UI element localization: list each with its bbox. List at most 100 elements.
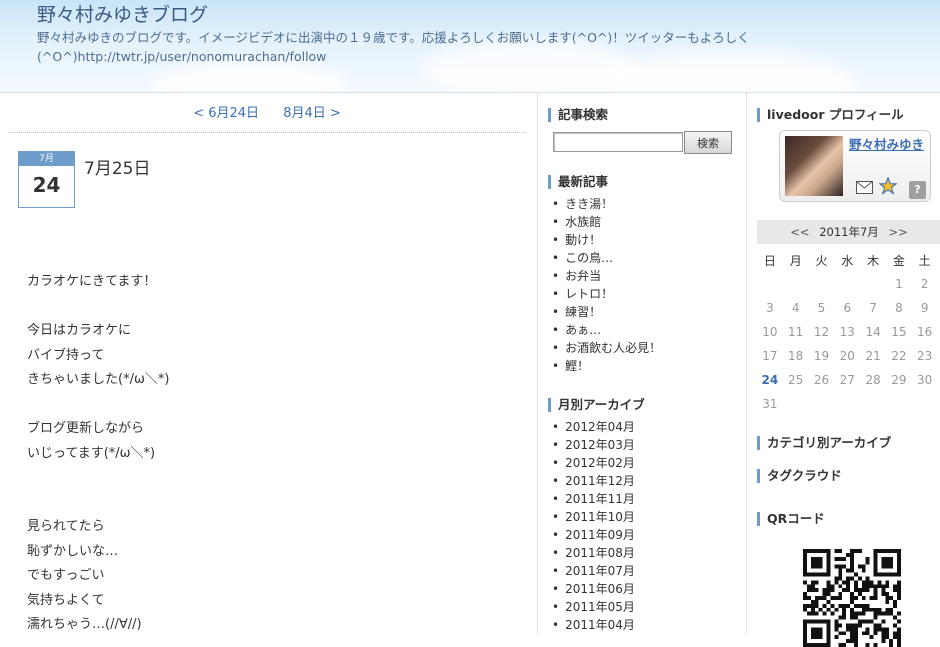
archive-month-link[interactable]: 2012年04月: [552, 418, 635, 436]
entry-body: カラオケにきてます！ 今日はカラオケに バイブ持って きちゃいました(*/ω＼*) ブロ…: [27, 270, 169, 638]
calendar-day: 18: [788, 349, 804, 363]
recent-entry-link[interactable]: 水族館: [552, 213, 661, 231]
entry-text-line: 恥ずかしいな…: [27, 543, 119, 559]
calendar-weekday: 日: [763, 253, 776, 268]
profile-section-title: livedoor プロフィール: [757, 108, 904, 122]
calendar-day: 12: [813, 325, 830, 339]
recent-entries-list: きき湯！水族館動け！この鳥…お弁当レトロ！練習！あぁ…お酒飲む人必見！鰹！: [552, 195, 661, 375]
archive-section-title: 月別アーカイブ: [548, 398, 645, 412]
calendar-weekday: 木: [867, 253, 880, 268]
mail-icon[interactable]: [856, 181, 873, 194]
entry-text-line: 気持ちよくて: [27, 592, 105, 608]
calendar-day: 16: [917, 325, 933, 339]
calendar-day-today[interactable]: 24: [757, 368, 783, 392]
calendar-day: 11: [788, 325, 804, 339]
calendar-weekday: 土: [918, 253, 931, 268]
calendar-prev-month[interactable]: <<: [790, 225, 809, 239]
archive-month-link[interactable]: 2011年11月: [552, 490, 635, 508]
divider: [8, 132, 526, 133]
archive-month-link[interactable]: 2011年04月: [552, 616, 635, 634]
archive-month-link[interactable]: 2012年02月: [552, 454, 635, 472]
calendar-weekday: 金: [892, 253, 905, 268]
calendar-day: 27: [839, 373, 855, 387]
calendar-day: 8: [895, 301, 903, 315]
blog-title-link[interactable]: 野々村みゆきブログ: [37, 0, 208, 27]
entry-text-line: ブログ更新しながら: [27, 421, 145, 436]
sidebar-right: livedoor プロフィール 野々村みゆき ? << 2011年7月 >> 日…: [746, 92, 940, 647]
entry-text-line: [27, 491, 169, 516]
calendar-weekday: 火: [815, 253, 828, 268]
recent-entry-link[interactable]: 練習！: [552, 303, 661, 321]
calendar-day: 4: [791, 301, 800, 315]
calendar-day: 6: [843, 301, 852, 315]
calendar-day: [912, 392, 938, 416]
archive-month-link[interactable]: 2012年03月: [552, 436, 635, 454]
calendar-day: 1: [895, 277, 903, 291]
avatar[interactable]: [785, 136, 843, 196]
date-day: 24: [32, 173, 61, 197]
calendar-day: 28: [865, 373, 881, 387]
calendar-day: [783, 272, 809, 296]
tag-cloud-title[interactable]: タグクラウド: [757, 469, 842, 483]
monthly-archive-list: 2012年04月2012年03月2012年02月2011年12月2011年11月…: [552, 418, 635, 634]
star-icon[interactable]: [879, 177, 897, 195]
entry-text-line: [27, 393, 169, 418]
calendar-next-month[interactable]: >>: [888, 225, 907, 239]
archive-month-link[interactable]: 2011年12月: [552, 472, 635, 490]
calendar-day: 15: [891, 325, 907, 339]
archive-month-link[interactable]: 2011年06月: [552, 580, 635, 598]
entry-text-line: [27, 466, 169, 491]
recent-entry-link[interactable]: あぁ…: [552, 321, 661, 339]
entry-text-line: いじってます(*/ω＼*): [27, 445, 156, 461]
calendar-grid: 日月火水木金土 1 2 3 4 5 6 7 8 9 10 11 12 13 14 15 16 17 18 19 20 2…: [757, 248, 938, 416]
recent-entry-link[interactable]: お酒飲む人必見！: [552, 339, 661, 357]
recent-entry-link[interactable]: 鰹！: [552, 357, 661, 375]
search-input[interactable]: [553, 132, 683, 152]
calendar-header: << 2011年7月 >>: [757, 220, 940, 244]
recent-entry-link[interactable]: 動け！: [552, 231, 661, 249]
next-entry-link[interactable]: 8月4日 >: [283, 106, 341, 121]
calendar-day: 10: [762, 325, 778, 339]
recent-entry-link[interactable]: この鳥…: [552, 249, 661, 267]
calendar-day: 3: [766, 301, 774, 315]
entry-text-line: きちゃいました(*/ω＼*): [27, 372, 170, 387]
archive-month-link[interactable]: 2011年07月: [552, 562, 635, 580]
profile-name-link[interactable]: 野々村みゆき: [849, 137, 924, 152]
calendar-day: [783, 392, 809, 416]
calendar-weekday: 月: [789, 253, 802, 268]
archive-month-link[interactable]: 2011年10月: [552, 508, 635, 526]
calendar-day: 21: [865, 349, 881, 363]
search-section-title: 記事検索: [548, 108, 608, 122]
entry-text-line: カラオケにきてます！: [27, 274, 157, 289]
calendar-day: 2: [920, 277, 929, 291]
help-icon[interactable]: ?: [909, 181, 926, 199]
calendar-day: 19: [813, 349, 830, 363]
prev-entry-link[interactable]: < 6月24日: [193, 106, 259, 121]
calendar-day: [757, 272, 783, 296]
calendar-day: 30: [917, 373, 933, 387]
date-badge: 7月 24: [18, 151, 75, 208]
calendar-day: 5: [817, 301, 826, 315]
recent-entry-link[interactable]: お弁当: [552, 267, 661, 285]
qr-code-image: [803, 549, 901, 647]
calendar-day: 17: [762, 349, 778, 363]
archive-month-link[interactable]: 2011年09月: [552, 526, 635, 544]
calendar-day: 13: [839, 325, 855, 339]
entry-text-line: でもすっごい: [27, 568, 105, 583]
calendar-month-label: 2011年7月: [819, 225, 879, 239]
category-archive-title[interactable]: カテゴリ別アーカイブ: [757, 436, 891, 450]
profile-card: 野々村みゆき ?: [779, 130, 931, 202]
recent-entry-link[interactable]: きき湯！: [552, 195, 661, 213]
date-month: 7月: [19, 152, 74, 166]
calendar-day: 9: [920, 301, 929, 315]
calendar-day: 7: [869, 301, 877, 315]
calendar-day: 25: [788, 373, 804, 387]
search-button[interactable]: 検索: [684, 131, 732, 154]
sidebar-left: 記事検索 検索 最新記事 きき湯！水族館動け！この鳥…お弁当レトロ！練習！あぁ……: [537, 92, 736, 634]
calendar-day: 26: [813, 373, 830, 387]
entry-text-line: バイブ持って: [27, 347, 105, 363]
recent-entry-link[interactable]: レトロ！: [552, 285, 661, 303]
archive-month-link[interactable]: 2011年05月: [552, 598, 635, 616]
archive-month-link[interactable]: 2011年08月: [552, 544, 635, 562]
main-column: < 6月24日 8月4日 > 7月 24 7月25日 カラオケにきてます！ 今日は…: [8, 92, 526, 634]
